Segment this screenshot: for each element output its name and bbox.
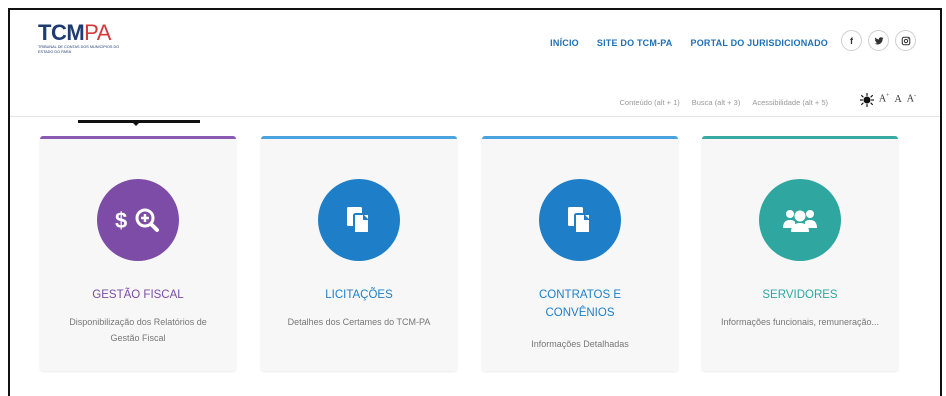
card-contratos-convenios[interactable]: CONTRATOS E CONVÊNIOS Informações Detalh…: [482, 136, 678, 371]
top-nav: INÍCIO SITE DO TCM-PA PORTAL DO JURISDIC…: [550, 38, 828, 48]
card-topline: [40, 136, 236, 139]
instagram-glyph: [901, 36, 910, 45]
card-description: Disponibilização dos Relatórios de Gestã…: [69, 317, 207, 343]
card-title: GESTÃO FISCAL: [92, 289, 184, 301]
logo-mark: TCMPA: [38, 22, 128, 44]
card-description: Detalhes dos Certames do TCM-PA: [287, 317, 431, 327]
contrast-icon[interactable]: [859, 92, 874, 107]
font-increase-button[interactable]: A+: [879, 93, 890, 104]
font-decrease-sup: -: [914, 93, 916, 100]
logo-main: TCM: [38, 20, 85, 45]
card-licitacoes[interactable]: LICITAÇÕES Detalhes dos Certames do TCM-…: [261, 136, 457, 371]
documents-icon: [539, 179, 621, 261]
twitter-bird-glyph: [874, 36, 884, 44]
shortcut-acessibilidade[interactable]: Acessibilidade (alt + 5): [752, 98, 828, 107]
card-title: LICITAÇÕES: [325, 289, 393, 301]
logo[interactable]: TCMPA TRIBUNAL DE CONTAS DOS MUNICÍPIOS …: [38, 22, 128, 58]
font-normal-button[interactable]: A: [895, 94, 902, 105]
font-decrease-label: A: [906, 93, 914, 105]
twitter-icon[interactable]: [868, 30, 889, 51]
shortcut-busca[interactable]: Busca (alt + 3): [692, 98, 741, 107]
menu-indicator-caret: [132, 122, 140, 126]
card-description: Informações funcionais, remuneração...: [720, 317, 880, 327]
site-header: TCMPA TRIBUNAL DE CONTAS DOS MUNICÍPIOS …: [10, 10, 940, 117]
font-increase-sup: +: [886, 93, 890, 100]
shortcut-conteudo[interactable]: Conteúdo (alt + 1): [620, 98, 680, 107]
dollar-search-icon: $: [97, 179, 179, 261]
card-topline: [482, 136, 678, 139]
users-icon: [759, 179, 841, 261]
font-decrease-button[interactable]: A-: [907, 93, 916, 104]
nav-site-tcm-pa[interactable]: SITE DO TCM-PA: [597, 38, 673, 48]
card-description: Informações Detalhadas: [531, 339, 629, 349]
shortcut-nav: Conteúdo (alt + 1) Busca (alt + 3) Acess…: [620, 98, 829, 107]
instagram-icon[interactable]: [895, 30, 916, 51]
card-gestao-fiscal[interactable]: $ GESTÃO FISCAL Disponibilização dos Rel…: [40, 136, 236, 371]
logo-subtitle: TRIBUNAL DE CONTAS DOS MUNICÍPIOS DO EST…: [38, 45, 120, 54]
documents-icon: [318, 179, 400, 261]
page-frame: TCMPA TRIBUNAL DE CONTAS DOS MUNICÍPIOS …: [8, 8, 942, 396]
social-links: f: [841, 30, 916, 51]
svg-text:$: $: [115, 208, 127, 233]
nav-inicio[interactable]: INÍCIO: [550, 38, 579, 48]
logo-suffix: PA: [84, 20, 111, 45]
card-title: CONTRATOS E CONVÊNIOS: [539, 289, 621, 319]
card-servidores[interactable]: SERVIDORES Informações funcionais, remun…: [702, 136, 898, 371]
nav-portal-jurisdicionado[interactable]: PORTAL DO JURISDICIONADO: [691, 38, 828, 48]
accessibility-controls: A+ A A-: [859, 92, 916, 107]
facebook-icon[interactable]: f: [841, 30, 862, 51]
card-topline: [261, 136, 457, 139]
card-topline: [702, 136, 898, 139]
card-title: SERVIDORES: [762, 289, 838, 301]
